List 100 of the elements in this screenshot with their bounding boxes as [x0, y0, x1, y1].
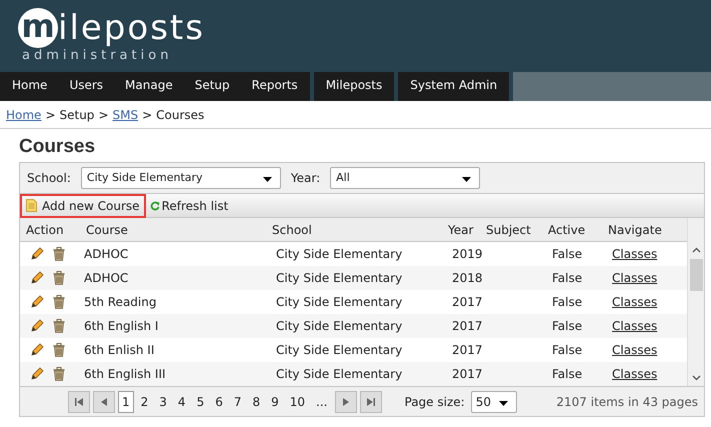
column-header[interactable]: Year — [442, 220, 480, 238]
pager-summary: 2107 items in 43 pages — [556, 394, 698, 410]
trash-icon[interactable] — [53, 247, 65, 261]
page-link[interactable]: 8 — [248, 390, 264, 412]
table-cell-text: 2017 — [451, 342, 480, 359]
pencil-icon[interactable] — [30, 343, 44, 357]
scrollbar[interactable] — [687, 218, 704, 386]
table-cell-text: False — [551, 246, 584, 263]
classes-link[interactable]: Classes — [612, 365, 658, 383]
page-title: Courses — [19, 135, 96, 159]
nav-item[interactable]: Users — [58, 72, 114, 101]
page-link[interactable]: 4 — [174, 390, 190, 412]
trash-icon[interactable] — [53, 319, 65, 333]
page-link[interactable]: 3 — [155, 390, 171, 412]
logo-letter: m — [18, 8, 58, 48]
logo-name: ileposts — [58, 8, 205, 48]
table-cell-text: City Side Elementary — [275, 366, 404, 383]
filter-label: Year: — [290, 170, 320, 187]
table-cell-text: City Side Elementary — [275, 294, 404, 311]
table-cell-text: False — [551, 294, 584, 311]
add-course-button[interactable]: Add new Course — [20, 194, 146, 218]
trash-icon[interactable] — [53, 295, 65, 309]
pencil-icon[interactable] — [30, 295, 44, 309]
previous-page-button[interactable] — [93, 390, 115, 412]
scroll-down-icon[interactable] — [692, 375, 700, 381]
pencil-icon[interactable] — [30, 271, 44, 285]
classes-link[interactable]: Classes — [612, 269, 658, 287]
caret-icon — [462, 177, 472, 182]
pencil-icon[interactable] — [30, 247, 44, 261]
caret-icon — [498, 400, 508, 406]
table-cell-text: 2018 — [451, 270, 480, 287]
last-page-button[interactable] — [360, 390, 382, 412]
table-cell-text: ADHOC — [83, 246, 130, 263]
column-header[interactable]: Subject — [480, 220, 542, 238]
column-header[interactable]: Action — [20, 220, 80, 238]
table-cell-text: 6th English I — [83, 318, 160, 335]
last-page-icon — [366, 396, 376, 406]
filter-select[interactable]: City Side Elementary — [80, 167, 281, 189]
page-link[interactable]: 5 — [192, 390, 208, 412]
page-link[interactable]: 2 — [136, 390, 152, 412]
page-link[interactable]: 6 — [211, 390, 227, 412]
table-cell-text: City Side Elementary — [275, 318, 404, 335]
breadcrumb-link[interactable]: SMS — [112, 106, 138, 124]
pencil-icon[interactable] — [30, 367, 44, 381]
caret-icon — [262, 177, 272, 182]
filter-select[interactable]: All — [330, 167, 480, 189]
next-page-icon — [340, 396, 350, 406]
next-page-button[interactable] — [334, 390, 356, 412]
trash-icon[interactable] — [53, 367, 65, 381]
first-page-icon — [74, 396, 84, 406]
breadcrumb-text: Setup — [60, 106, 94, 124]
scroll-up-icon[interactable] — [692, 247, 700, 253]
page-size-label: Page size: — [404, 394, 465, 410]
table-cell-text: City Side Elementary — [275, 342, 404, 359]
breadcrumb-text: Courses — [156, 106, 204, 124]
breadcrumb-separator: > — [98, 106, 108, 124]
table-cell-text: 6th Enlish II — [83, 342, 156, 359]
column-header[interactable]: Active — [542, 220, 602, 238]
nav-item[interactable]: Setup — [184, 72, 241, 101]
nav-item[interactable]: Reports — [240, 72, 309, 101]
filter-label: School: — [27, 170, 71, 187]
select-value: All — [336, 171, 350, 184]
table-cell-text: False — [551, 270, 584, 287]
page-link[interactable]: ... — [312, 390, 332, 412]
breadcrumb-separator: > — [142, 106, 152, 124]
nav-item[interactable]: Home — [1, 72, 58, 101]
table-cell-text: 2017 — [451, 318, 480, 335]
classes-link[interactable]: Classes — [612, 293, 658, 311]
table-cell-text: City Side Elementary — [275, 246, 404, 263]
breadcrumb-separator: > — [45, 106, 56, 124]
refresh-icon — [150, 200, 160, 210]
page-size-select[interactable]: 50 — [470, 390, 517, 412]
logo-subtitle: administration — [21, 48, 174, 63]
classes-link[interactable]: Classes — [612, 341, 658, 359]
select-value: City Side Elementary — [86, 171, 203, 184]
breadcrumb-link[interactable]: Home — [6, 106, 42, 124]
column-header[interactable]: School — [266, 220, 442, 238]
table-cell-text: 2017 — [451, 366, 480, 383]
page-link[interactable]: 1 — [118, 390, 134, 412]
select-value: 50 — [476, 394, 491, 408]
trash-icon[interactable] — [53, 343, 65, 357]
page-link[interactable]: 7 — [230, 390, 246, 412]
column-header[interactable]: Navigate — [602, 220, 684, 238]
page-link[interactable]: 9 — [267, 390, 283, 412]
table-cell-text: 2017 — [451, 294, 480, 311]
first-page-button[interactable] — [68, 390, 90, 412]
classes-link[interactable]: Classes — [612, 245, 658, 263]
column-header[interactable]: Course — [80, 220, 266, 238]
pencil-icon[interactable] — [30, 319, 44, 333]
table-cell-text: 2019 — [451, 246, 480, 263]
table-cell-text: 6th English III — [83, 366, 167, 383]
previous-page-icon — [99, 396, 109, 406]
page-link[interactable]: 10 — [286, 390, 310, 412]
table-cell-text: 5th Reading — [83, 294, 158, 311]
trash-icon[interactable] — [53, 271, 65, 285]
nav-item[interactable]: Manage — [114, 72, 184, 101]
classes-link[interactable]: Classes — [612, 317, 658, 335]
scrollbar-thumb[interactable] — [690, 259, 702, 291]
table-cell-text: False — [551, 366, 584, 383]
refresh-button[interactable]: Refresh list — [150, 196, 228, 214]
